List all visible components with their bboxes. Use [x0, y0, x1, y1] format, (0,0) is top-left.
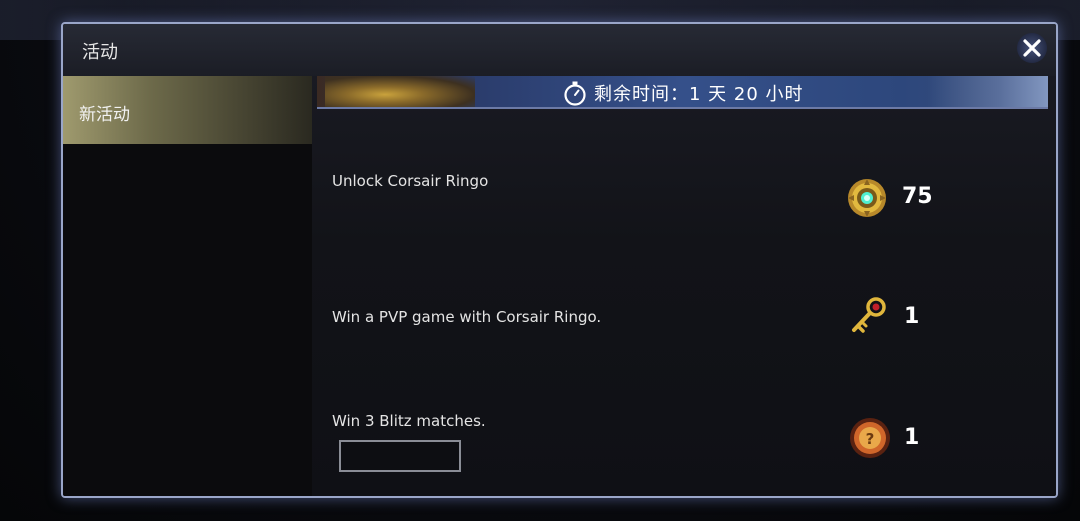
sidebar-item-label: 新活动 — [79, 105, 130, 125]
task-label: Win 3 Blitz matches. — [332, 412, 486, 430]
activity-window: 活动 新活动 剩余时间：1 天 20 小时 Unlock Corsair Rin… — [61, 22, 1058, 498]
progress-box — [339, 440, 461, 472]
time-remaining-text: 剩余时间：1 天 20 小时 — [594, 84, 804, 105]
task-label: Unlock Corsair Ringo — [332, 172, 489, 190]
sidebar: 新活动 — [63, 76, 312, 496]
treasure-artwork — [325, 76, 475, 107]
task-label: Win a PVP game with Corsair Ringo. — [332, 308, 602, 326]
reward-count: 1 — [904, 304, 920, 329]
event-banner: 剩余时间：1 天 20 小时 — [317, 76, 1048, 109]
window-title: 活动 — [82, 42, 118, 63]
close-icon — [1023, 39, 1041, 57]
mystery-orb-icon: ? — [850, 418, 890, 458]
time-remaining: 剩余时间：1 天 20 小时 — [562, 80, 804, 106]
reward-count: 1 — [904, 425, 920, 450]
golden-key-icon — [852, 297, 886, 333]
banner-decoration — [928, 76, 1048, 107]
reward-count: 75 — [902, 184, 933, 209]
title-bar: 活动 — [63, 24, 1056, 77]
gold-medallion-icon — [848, 179, 886, 217]
sidebar-item-new-activity[interactable]: 新活动 — [63, 76, 312, 144]
svg-text:?: ? — [866, 430, 875, 448]
task-list[interactable]: 剩余时间：1 天 20 小时 Unlock Corsair Ringo 75 W… — [312, 76, 1056, 496]
stopwatch-icon — [564, 81, 586, 106]
close-button[interactable] — [1017, 33, 1047, 63]
